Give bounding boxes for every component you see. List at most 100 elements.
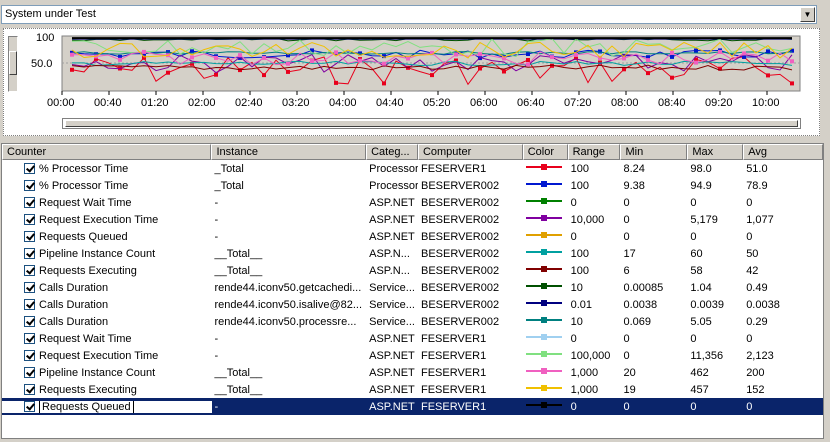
instance-cell: - (214, 349, 219, 362)
range-cell: 0 (570, 196, 577, 209)
column-header-instance[interactable]: Instance (211, 144, 367, 160)
counter-cell: Pipeline Instance Count (2, 366, 212, 379)
color-swatch-icon[interactable] (525, 384, 562, 393)
color-cell (523, 282, 568, 294)
color-cell (523, 231, 568, 243)
counter-cell: Request Wait Time (2, 332, 212, 345)
color-swatch-icon[interactable] (525, 163, 562, 172)
color-swatch-icon[interactable] (525, 299, 562, 308)
graph-marker (766, 58, 770, 63)
table-row[interactable]: Request Wait Time - ASP.NET BESERVER002 0 0 0 0 (2, 194, 823, 211)
table-row[interactable]: % Processor Time _Total Processor FESERVER1… (2, 160, 823, 177)
graph-marker (574, 52, 578, 57)
color-swatch-icon[interactable] (525, 265, 562, 274)
category-cell: Processor (369, 162, 418, 175)
color-swatch-icon[interactable] (525, 231, 562, 240)
table-row[interactable]: Calls Duration rende44.iconv50.processre.… (2, 313, 823, 330)
table-row[interactable]: Request Wait Time - ASP.NET FESERVER1 0 0 0 0 (2, 330, 823, 347)
counter-cell: Requests Executing (2, 264, 212, 277)
color-swatch-icon[interactable] (525, 401, 562, 410)
counter-checkbox[interactable] (24, 332, 35, 344)
graph-marker (478, 52, 482, 57)
counter-checkbox[interactable] (24, 366, 35, 378)
time-scrollbar[interactable] (62, 118, 801, 129)
counter-checkbox[interactable] (24, 383, 35, 395)
time-scrollbar-thumb[interactable] (65, 120, 798, 127)
max-cell: 58 (690, 264, 703, 277)
computer-cell: FESERVER1 (421, 349, 487, 362)
column-header-range[interactable]: Range (567, 144, 621, 160)
counter-checkbox[interactable] (24, 179, 35, 191)
column-header-max[interactable]: Max (687, 144, 744, 160)
avg-cell: 200 (746, 366, 765, 379)
avg-cell: 152 (746, 383, 765, 396)
graph-marker (118, 57, 122, 62)
color-cell (523, 367, 568, 379)
table-row[interactable]: Requests Queued - ASP.NET FESERVER1 0 0 0 0 (2, 398, 823, 415)
category-cell: ASP.NET (369, 366, 415, 379)
counter-checkbox[interactable] (24, 315, 35, 327)
counter-checkbox[interactable] (24, 213, 35, 225)
color-swatch-icon[interactable] (525, 350, 562, 359)
instance-cell: rende44.iconv50.isalive@82... (214, 298, 363, 311)
color-swatch-icon[interactable] (525, 248, 562, 257)
range-cell: 100,000 (570, 349, 611, 362)
counter-label: Pipeline Instance Count (39, 247, 156, 260)
column-header-computer[interactable]: Computer (417, 144, 523, 160)
counter-cell: Request Wait Time (2, 196, 212, 209)
table-row[interactable]: Request Execution Time - ASP.NET BESERVER00… (2, 211, 823, 228)
counter-label: Requests Executing (39, 264, 137, 277)
avg-cell: 0.49 (746, 281, 768, 294)
color-swatch-icon[interactable] (525, 316, 562, 325)
x-axis-label: 00:40 (94, 97, 122, 109)
color-cell (523, 299, 568, 311)
counter-label: Request Wait Time (39, 196, 132, 209)
x-axis-label: 04:00 (329, 97, 357, 109)
color-swatch-icon[interactable] (525, 367, 562, 376)
table-row[interactable]: Calls Duration rende44.iconv50.isalive@82… (2, 296, 823, 313)
column-header-min[interactable]: Min (620, 144, 688, 160)
color-swatch-icon[interactable] (525, 282, 562, 291)
color-cell (523, 214, 568, 226)
column-header-color[interactable]: Color (522, 144, 568, 160)
color-swatch-icon[interactable] (525, 214, 562, 223)
counter-checkbox[interactable] (24, 298, 35, 310)
counter-checkbox[interactable] (24, 264, 35, 276)
category-cell: ASP.NET (369, 196, 415, 209)
min-cell: 0.069 (623, 315, 652, 328)
instance-cell: - (214, 196, 219, 209)
computer-cell: FESERVER1 (421, 162, 487, 175)
counter-checkbox[interactable] (24, 230, 35, 242)
table-row[interactable]: % Processor Time _Total Processor BESERVER0… (2, 177, 823, 194)
counter-checkbox[interactable] (24, 196, 35, 208)
counter-checkbox[interactable] (24, 349, 35, 361)
graph-marker (166, 70, 170, 75)
color-swatch-icon[interactable] (525, 197, 562, 206)
category-cell: ASP.NET (369, 400, 415, 413)
counter-label: Requests Queued (39, 400, 134, 413)
table-row[interactable]: Requests Queued - ASP.NET BESERVER002 0 0 0 0 (2, 228, 823, 245)
table-row[interactable]: Calls Duration rende44.iconv50.getcachedi… (2, 279, 823, 296)
table-row[interactable]: Requests Executing __Total__ ASP.N... BESER… (2, 262, 823, 279)
column-header-category[interactable]: Categ... (366, 144, 418, 160)
color-cell (523, 316, 568, 328)
table-row[interactable]: Pipeline Instance Count __Total__ ASP.NET F… (2, 364, 823, 381)
counter-checkbox[interactable] (24, 247, 35, 259)
color-swatch-icon[interactable] (525, 333, 562, 342)
color-swatch-icon[interactable] (525, 180, 562, 189)
color-cell (523, 265, 568, 277)
counter-checkbox[interactable] (24, 162, 35, 174)
table-row[interactable]: Pipeline Instance Count __Total__ ASP.N...… (2, 245, 823, 262)
category-cell: ASP.NET (369, 213, 415, 226)
computer-cell: BESERVER002 (421, 298, 500, 311)
counter-checkbox[interactable] (24, 400, 35, 412)
max-cell: 94.9 (690, 179, 712, 192)
x-axis-label: 02:40 (235, 97, 263, 109)
min-cell: 0 (623, 332, 630, 345)
instance-cell: __Total__ (214, 383, 263, 396)
column-header-counter[interactable]: Counter (2, 144, 212, 160)
table-row[interactable]: Request Execution Time - ASP.NET FESERVER1 1… (2, 347, 823, 364)
table-row[interactable]: Requests Executing __Total__ ASP.NET FESERV… (2, 381, 823, 398)
column-header-avg[interactable]: Avg (743, 144, 823, 160)
counter-checkbox[interactable] (24, 281, 35, 293)
